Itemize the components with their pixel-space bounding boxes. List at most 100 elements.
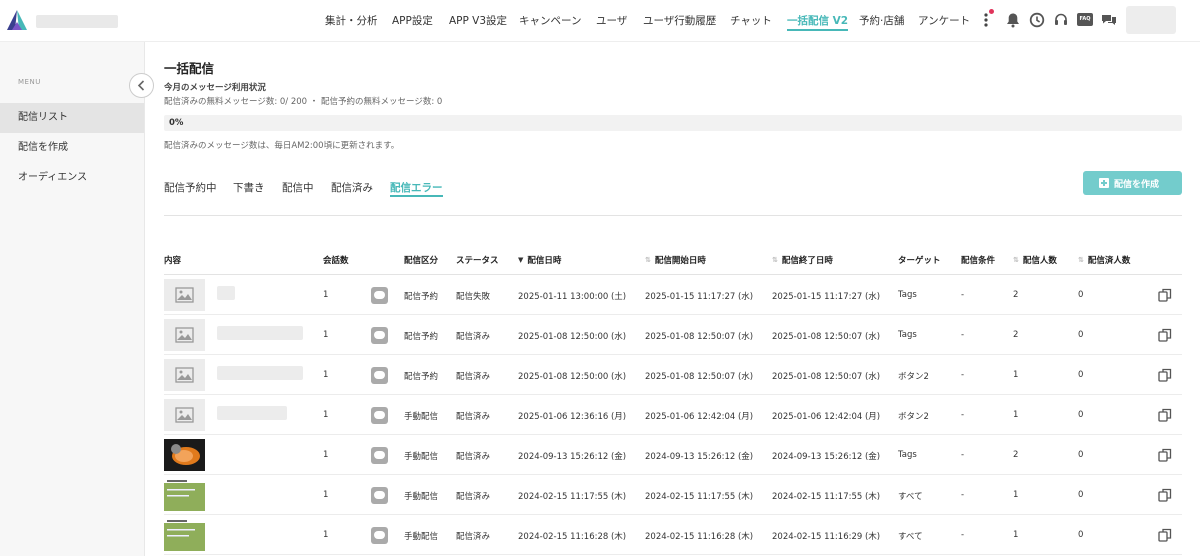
copy-icon[interactable]: [1158, 488, 1172, 502]
usage-progress-bar: 0%: [164, 115, 1182, 131]
line-chat-icon: [371, 447, 388, 464]
line-chat-icon: [371, 527, 388, 544]
cell-delivery-type: 手動配信: [404, 532, 439, 542]
line-chat-icon: [371, 327, 388, 344]
col-header-count[interactable]: ⇅ 配信人数: [1013, 254, 1057, 266]
cell-status: 配信済み: [456, 492, 491, 502]
cell-end-date: 2025-01-06 12:42:04 (月): [772, 412, 881, 422]
cell-end-date: 2025-01-15 11:17:27 (水): [772, 292, 881, 302]
sidebar-collapse-button[interactable]: [129, 73, 154, 98]
cell-start-date: 2024-02-15 11:17:55 (木): [645, 492, 754, 502]
copy-icon[interactable]: [1158, 328, 1172, 342]
nav-item-app-settings[interactable]: APP設定: [392, 13, 433, 28]
table-row[interactable]: 1 配信予約 配信済み 2025-01-08 12:50:00 (水) 2025-01-…: [164, 355, 1182, 395]
cell-recipient-count: 2: [1013, 290, 1019, 300]
message-title-redacted: [217, 326, 303, 340]
line-chat-icon: [371, 287, 388, 304]
col-header-target: ターゲット: [898, 256, 941, 266]
cell-target: ボタン2: [898, 372, 929, 382]
col-header-date[interactable]: ▼ 配信日時: [518, 254, 561, 266]
sidebar: MENU 配信リスト 配信を作成 オーディエンス: [0, 42, 145, 556]
sort-icon: ⇅: [1078, 256, 1084, 264]
cell-delivery-date: 2025-01-11 13:00:00 (土): [518, 292, 627, 302]
table-row[interactable]: 1 配信予約 配信失敗 2025-01-11 13:00:00 (土) 2025-01-…: [164, 275, 1182, 315]
table-row[interactable]: 1 手動配信 配信済み 2024-02-15 11:17:55 (木) 2024-02-…: [164, 475, 1182, 515]
tab-scheduled[interactable]: 配信予約中: [164, 180, 217, 195]
cell-recipient-count: 1: [1013, 410, 1019, 420]
cell-condition: -: [961, 530, 965, 540]
tab-in-progress[interactable]: 配信中: [282, 180, 314, 195]
cell-recipient-count: 2: [1013, 450, 1019, 460]
nav-item-campaign[interactable]: キャンペーン: [519, 13, 581, 28]
copy-icon[interactable]: [1158, 448, 1172, 462]
cell-delivery-type: 手動配信: [404, 412, 439, 422]
table-row[interactable]: 1 配信予約 配信済み 2025-01-08 12:50:00 (水) 2025-01-…: [164, 315, 1182, 355]
cell-delivery-type: 配信予約: [404, 372, 439, 382]
message-title-redacted: [217, 286, 235, 300]
col-header-end[interactable]: ⇅ 配信終了日時: [772, 254, 833, 266]
tab-delivered[interactable]: 配信済み: [331, 180, 373, 195]
sidebar-item-create-delivery[interactable]: 配信を作成: [0, 133, 144, 163]
copy-icon[interactable]: [1158, 368, 1172, 382]
copy-icon[interactable]: [1158, 408, 1172, 422]
col-header-condition: 配信条件: [961, 256, 996, 266]
create-delivery-label: 配信を作成: [1114, 180, 1160, 190]
table-row[interactable]: 1 手動配信 配信済み 2024-09-13 15:26:12 (金) 2024-09-…: [164, 435, 1182, 475]
sort-icon: ⇅: [645, 256, 651, 264]
more-vertical-icon[interactable]: [978, 12, 994, 28]
cell-start-date: 2024-02-15 11:16:28 (木): [645, 532, 754, 542]
nav-item-analytics[interactable]: 集計・分析: [325, 13, 378, 28]
copy-icon[interactable]: [1158, 288, 1172, 302]
bell-icon[interactable]: [1005, 12, 1021, 28]
table-row[interactable]: 1 手動配信 配信済み 2025-01-06 12:36:16 (月) 2025-01-…: [164, 395, 1182, 435]
divider: [164, 215, 1182, 216]
message-thumbnail: [164, 439, 205, 471]
cell-condition: -: [961, 330, 965, 340]
sidebar-item-audience[interactable]: オーディエンス: [0, 163, 144, 193]
cell-recipient-count: 1: [1013, 370, 1019, 380]
cell-recipient-count: 2: [1013, 330, 1019, 340]
brand-name-redacted: [36, 15, 118, 28]
clock-icon[interactable]: [1029, 12, 1045, 28]
cell-status: 配信済み: [456, 412, 491, 422]
create-delivery-button[interactable]: 配信を作成: [1083, 171, 1182, 195]
cell-delivery-date: 2025-01-08 12:50:00 (水): [518, 332, 627, 342]
table-row[interactable]: 1 手動配信 配信済み 2024-02-15 11:16:28 (木) 2024-02-…: [164, 515, 1182, 555]
col-header-type: 配信区分: [404, 256, 439, 266]
nav-item-survey[interactable]: アンケート: [918, 13, 970, 28]
user-avatar-redacted[interactable]: [1126, 6, 1176, 34]
app-logo-icon[interactable]: [6, 9, 28, 31]
nav-item-chat[interactable]: チャット: [730, 13, 772, 28]
chat-bubbles-icon[interactable]: [1101, 12, 1117, 28]
cell-delivery-date: 2024-02-15 11:17:55 (木): [518, 492, 627, 502]
cell-delivery-type: 手動配信: [404, 492, 439, 502]
nav-item-user-history[interactable]: ユーザ行動履歴: [643, 13, 716, 28]
sidebar-item-delivery-list[interactable]: 配信リスト: [0, 103, 144, 133]
col-header-start[interactable]: ⇅ 配信開始日時: [645, 254, 706, 266]
image-placeholder-icon: [164, 279, 205, 311]
message-thumbnail: [164, 519, 205, 551]
message-thumbnail: [164, 479, 205, 511]
cell-target: ボタン2: [898, 412, 929, 422]
nav-item-app-v3-settings[interactable]: APP V3設定: [449, 13, 507, 28]
copy-icon[interactable]: [1158, 528, 1172, 542]
cell-talk-count: 1: [323, 330, 329, 340]
cell-start-date: 2024-09-13 15:26:12 (金): [645, 452, 754, 462]
support-headset-icon[interactable]: [1053, 12, 1069, 28]
plus-icon: [1099, 178, 1109, 188]
nav-item-reservation[interactable]: 予約·店舗: [859, 13, 904, 28]
faq-icon[interactable]: FAQ: [1077, 13, 1093, 26]
cell-condition: -: [961, 290, 965, 300]
col-header-sent[interactable]: ⇅ 配信済人数: [1078, 254, 1130, 266]
nav-item-users[interactable]: ユーザ: [596, 13, 627, 28]
cell-start-date: 2025-01-08 12:50:07 (水): [645, 332, 754, 342]
tab-drafts[interactable]: 下書き: [233, 180, 265, 195]
cell-sent-count: 0: [1078, 290, 1084, 300]
nav-item-bulk-delivery[interactable]: 一括配信 V2: [787, 13, 849, 31]
tab-delivery-error[interactable]: 配信エラー: [390, 180, 443, 197]
notification-dot: [989, 9, 994, 14]
cell-recipient-count: 1: [1013, 490, 1019, 500]
image-placeholder-icon: [164, 399, 205, 431]
page-title: 一括配信: [164, 61, 215, 76]
cell-target: Tags: [898, 290, 917, 300]
